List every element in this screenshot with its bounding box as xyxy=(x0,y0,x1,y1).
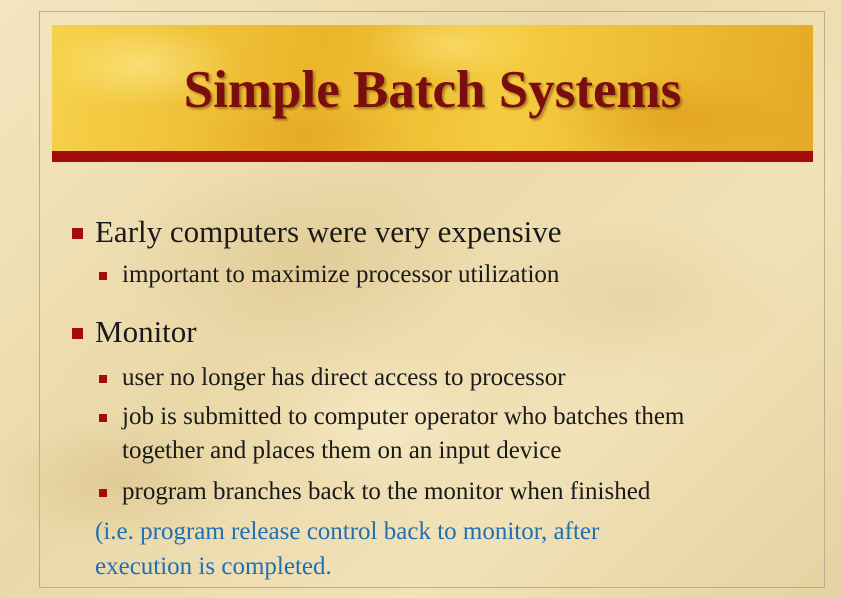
sub-bullet-square-icon xyxy=(99,414,107,422)
bullet-level2-text: important to maximize processor utilizat… xyxy=(122,261,560,288)
bullet-level2-text: job is submitted to computer operator wh… xyxy=(122,403,685,430)
bullet-level2-text: program branches back to the monitor whe… xyxy=(122,478,651,505)
bullet-level1-text: Early computers were very expensive xyxy=(95,214,562,249)
bullet-square-icon xyxy=(72,228,83,239)
bullet-square-icon xyxy=(72,328,83,339)
note-text-continued: execution is completed. xyxy=(95,553,332,580)
bullet-level2-text-continued: together and places them on an input dev… xyxy=(122,437,562,464)
bullet-level2-text: user no longer has direct access to proc… xyxy=(122,364,566,391)
slide-title: Simple Batch Systems xyxy=(183,61,682,119)
note-text: (i.e. program release control back to mo… xyxy=(95,518,600,545)
bullet-level1-text: Monitor xyxy=(95,314,197,349)
title-underline-bar xyxy=(52,151,813,162)
sub-bullet-square-icon xyxy=(99,489,107,497)
sub-bullet-square-icon xyxy=(99,375,107,383)
sub-bullet-square-icon xyxy=(99,272,107,280)
